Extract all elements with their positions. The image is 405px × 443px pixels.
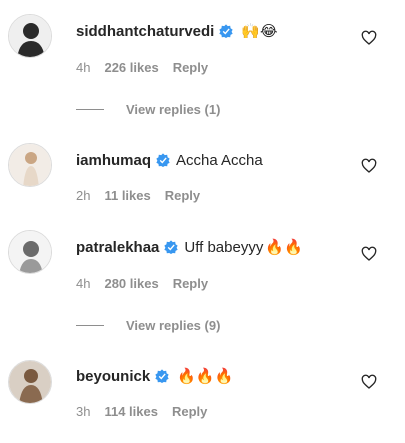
verified-badge-icon xyxy=(219,24,234,38)
heart-outline-icon[interactable] xyxy=(361,246,377,262)
reply-button[interactable]: Reply xyxy=(173,276,208,291)
comment-text: Uff babeyyy xyxy=(184,238,264,256)
reply-button[interactable]: Reply xyxy=(165,188,200,203)
timestamp: 4h xyxy=(76,60,91,75)
comment-meta: 4h 226 likes Reply xyxy=(76,60,208,75)
replies-divider xyxy=(76,109,104,110)
likes-count[interactable]: 280 likes xyxy=(104,276,158,291)
avatar[interactable] xyxy=(8,230,52,274)
timestamp: 3h xyxy=(76,404,91,419)
comment-meta: 4h 280 likes Reply xyxy=(76,276,208,291)
username[interactable]: siddhantchaturvedi xyxy=(76,23,214,40)
avatar[interactable] xyxy=(8,360,52,404)
comment-header: siddhantchaturvedi 🙌😂 xyxy=(76,19,278,43)
timestamp: 2h xyxy=(76,188,91,203)
comment-emojis: 🙌😂 xyxy=(241,23,278,40)
username[interactable]: beyounick xyxy=(76,368,150,385)
username[interactable]: patralekhaa xyxy=(76,239,159,256)
comment-header: patralekhaa Uff babeyyy 🔥🔥 xyxy=(76,235,303,259)
comment-header: beyounick 🔥🔥🔥 xyxy=(76,364,233,388)
view-replies-label: View replies (1) xyxy=(126,102,221,117)
comment-emojis: 🔥🔥🔥 xyxy=(177,368,234,385)
reply-button[interactable]: Reply xyxy=(172,404,207,419)
verified-badge-icon xyxy=(155,369,169,383)
timestamp: 4h xyxy=(76,276,91,291)
likes-count[interactable]: 226 likes xyxy=(104,60,158,75)
comment-text: Accha Accha xyxy=(176,151,263,169)
comment-header: iamhumaq Accha Accha xyxy=(76,148,263,172)
likes-count[interactable]: 11 likes xyxy=(104,188,150,203)
heart-outline-icon[interactable] xyxy=(361,30,377,46)
heart-outline-icon[interactable] xyxy=(361,158,377,174)
view-replies-label: View replies (9) xyxy=(126,318,221,333)
likes-count[interactable]: 114 likes xyxy=(104,404,158,419)
view-replies-button[interactable]: View replies (9) xyxy=(76,318,220,333)
username[interactable]: iamhumaq xyxy=(76,152,151,169)
view-replies-button[interactable]: View replies (1) xyxy=(76,102,220,117)
avatar[interactable] xyxy=(8,143,52,187)
comment-meta: 3h 114 likes Reply xyxy=(76,404,207,419)
reply-button[interactable]: Reply xyxy=(173,60,208,75)
comment-meta: 2h 11 likes Reply xyxy=(76,188,200,203)
avatar[interactable] xyxy=(8,14,52,58)
verified-badge-icon xyxy=(156,153,170,167)
replies-divider xyxy=(76,325,104,326)
comment-emojis: 🔥🔥 xyxy=(265,239,303,256)
heart-outline-icon[interactable] xyxy=(361,374,377,390)
verified-badge-icon xyxy=(164,240,179,254)
